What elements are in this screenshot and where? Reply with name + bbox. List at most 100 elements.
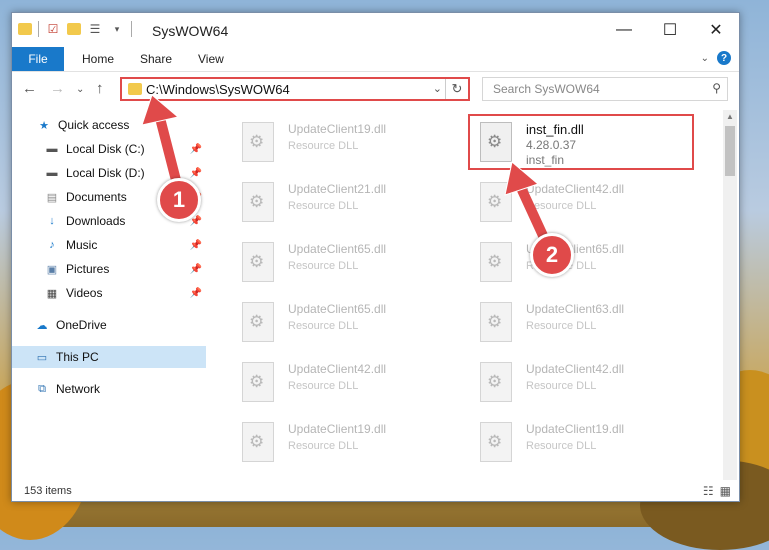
list-item[interactable]: UpdateClient19.dll Resource DLL xyxy=(232,116,452,168)
new-folder-icon[interactable] xyxy=(67,23,81,35)
list-item[interactable]: UpdateClient63.dll Resource DLL xyxy=(470,296,690,348)
forward-arrow-icon[interactable]: → xyxy=(50,80,65,97)
help-icon[interactable]: ? xyxy=(717,51,731,65)
file-name: UpdateClient42.dll xyxy=(526,182,625,196)
list-item[interactable]: UpdateClient65.dll Resource DLL xyxy=(470,236,690,288)
properties-icon[interactable]: ☑ xyxy=(45,21,61,37)
file-description: Resource DLL xyxy=(526,380,597,392)
file-description: Resource DLL xyxy=(526,200,597,212)
search-placeholder: Search SysWOW64 xyxy=(493,82,600,96)
dll-file-icon xyxy=(242,422,274,462)
search-input[interactable]: Search SysWOW64 ⚲ xyxy=(482,77,728,101)
file-name: UpdateClient21.dll xyxy=(288,182,387,196)
sidebar-item-label: Network xyxy=(56,382,101,396)
list-item[interactable]: UpdateClient65.dll Resource DLL xyxy=(232,236,452,288)
tab-view[interactable]: View xyxy=(198,47,224,71)
videos-icon: ▦ xyxy=(46,287,58,300)
sidebar-item-label: Videos xyxy=(66,286,103,300)
file-name: UpdateClient19.dll xyxy=(288,122,387,136)
file-version: 4.28.0.37 xyxy=(526,138,577,152)
scrollbar-thumb[interactable] xyxy=(725,126,735,176)
sidebar-item-music[interactable]: ♪ Music 📌 xyxy=(12,234,206,256)
sidebar-item-onedrive[interactable]: ☁ OneDrive xyxy=(12,314,206,336)
file-name: UpdateClient19.dll xyxy=(288,422,387,436)
sidebar-item-label: Music xyxy=(66,238,98,252)
address-bar[interactable]: C:\Windows\SysWOW64 ⌄ ↻ xyxy=(120,77,470,101)
file-description: Resource DLL xyxy=(526,320,597,332)
maximize-button[interactable]: ☐ xyxy=(647,13,693,47)
dll-file-icon xyxy=(480,122,512,162)
view-toggle: ☷ ▦ xyxy=(703,484,731,498)
sidebar-item-local-disk-c[interactable]: ▬ Local Disk (C:) 📌 xyxy=(12,138,206,160)
large-icons-view-icon[interactable]: ▦ xyxy=(720,484,731,498)
sidebar-item-pictures[interactable]: ▣ Pictures 📌 xyxy=(12,258,206,280)
list-item[interactable]: UpdateClient21.dll Resource DLL xyxy=(232,176,452,228)
window-title: SysWOW64 xyxy=(152,23,229,39)
step-1-badge: 1 xyxy=(157,178,201,222)
refresh-icon[interactable]: ↻ xyxy=(445,79,468,99)
title-bar: ☑ ☰ ▾ SysWOW64 — ☐ ✕ xyxy=(12,13,739,47)
tab-file[interactable]: File xyxy=(12,47,64,71)
sidebar-item-label: Pictures xyxy=(66,262,110,276)
file-name: UpdateClient42.dll xyxy=(288,362,387,376)
dll-file-icon xyxy=(242,242,274,282)
list-item[interactable]: UpdateClient42.dll Resource DLL xyxy=(232,356,452,408)
list-item[interactable]: UpdateClient65.dll Resource DLL xyxy=(232,296,452,348)
chevron-down-icon[interactable]: ▾ xyxy=(109,21,125,37)
download-icon: ↓ xyxy=(49,215,55,227)
divider xyxy=(131,21,132,37)
list-item[interactable]: UpdateClient42.dll Resource DLL xyxy=(470,356,690,408)
step-2-badge: 2 xyxy=(530,233,574,277)
quick-access-toolbar: ☑ ☰ ▾ xyxy=(18,21,132,37)
drive-icon: ▬ xyxy=(46,167,58,179)
file-description: Resource DLL xyxy=(288,140,359,152)
customize-icon[interactable]: ☰ xyxy=(87,21,103,37)
sidebar-item-label: Quick access xyxy=(58,118,130,132)
chevron-down-icon[interactable]: ⌄ xyxy=(701,53,709,64)
dll-file-icon xyxy=(480,362,512,402)
file-description: Resource DLL xyxy=(288,380,359,392)
highlighted-file-inst-fin[interactable]: inst_fin.dll 4.28.0.37 inst_fin xyxy=(468,114,694,170)
sidebar-item-label: Downloads xyxy=(66,214,126,228)
file-name: UpdateClient19.dll xyxy=(526,422,625,436)
file-description: Resource DLL xyxy=(288,260,359,272)
status-bar: 153 items ☷ ▦ xyxy=(12,481,739,501)
dll-file-icon xyxy=(242,122,274,162)
folder-icon xyxy=(128,83,142,95)
minimize-button[interactable]: — xyxy=(601,13,647,47)
cloud-icon: ☁ xyxy=(36,319,48,332)
list-item[interactable]: UpdateClient19.dll Resource DLL xyxy=(232,416,452,468)
pin-icon[interactable]: 📌 xyxy=(190,144,202,155)
vertical-scrollbar[interactable]: ▲ xyxy=(723,110,737,480)
pin-icon[interactable]: 📌 xyxy=(190,288,202,299)
up-arrow-icon[interactable]: ↑ xyxy=(96,80,104,97)
search-icon[interactable]: ⚲ xyxy=(712,81,721,95)
tab-home[interactable]: Home xyxy=(82,47,114,71)
pin-icon[interactable]: 📌 xyxy=(190,168,202,179)
sidebar-item-quick-access[interactable]: ★ Quick access xyxy=(12,114,206,136)
sidebar-item-this-pc[interactable]: ▭ This PC xyxy=(12,346,206,368)
documents-icon: ▤ xyxy=(46,191,58,204)
sidebar-item-label: OneDrive xyxy=(56,318,107,332)
close-button[interactable]: ✕ xyxy=(693,13,739,47)
sidebar-item-network[interactable]: ⧉ Network xyxy=(12,378,206,400)
file-name: UpdateClient63.dll xyxy=(526,302,625,316)
pin-icon[interactable]: 📌 xyxy=(190,264,202,275)
navigation-pane: ★ Quick access ▬ Local Disk (C:) 📌 ▬ Loc… xyxy=(12,110,206,480)
address-path[interactable]: C:\Windows\SysWOW64 xyxy=(146,82,290,97)
dll-file-icon xyxy=(480,182,512,222)
file-name: UpdateClient65.dll xyxy=(288,302,387,316)
list-item[interactable]: UpdateClient19.dll Resource DLL xyxy=(470,416,690,468)
dll-file-icon xyxy=(480,422,512,462)
list-item[interactable]: UpdateClient42.dll Resource DLL xyxy=(470,176,690,228)
tab-share[interactable]: Share xyxy=(140,47,172,71)
file-name: UpdateClient65.dll xyxy=(288,242,387,256)
pin-icon[interactable]: 📌 xyxy=(190,240,202,251)
sidebar-item-videos[interactable]: ▦ Videos 📌 xyxy=(12,282,206,304)
details-view-icon[interactable]: ☷ xyxy=(703,484,714,498)
scroll-up-icon[interactable]: ▲ xyxy=(726,112,734,121)
back-arrow-icon[interactable]: ← xyxy=(22,80,37,97)
recent-locations-icon[interactable]: ⌄ xyxy=(76,84,84,95)
chevron-down-icon[interactable]: ⌄ xyxy=(433,82,442,95)
dll-file-icon xyxy=(480,242,512,282)
